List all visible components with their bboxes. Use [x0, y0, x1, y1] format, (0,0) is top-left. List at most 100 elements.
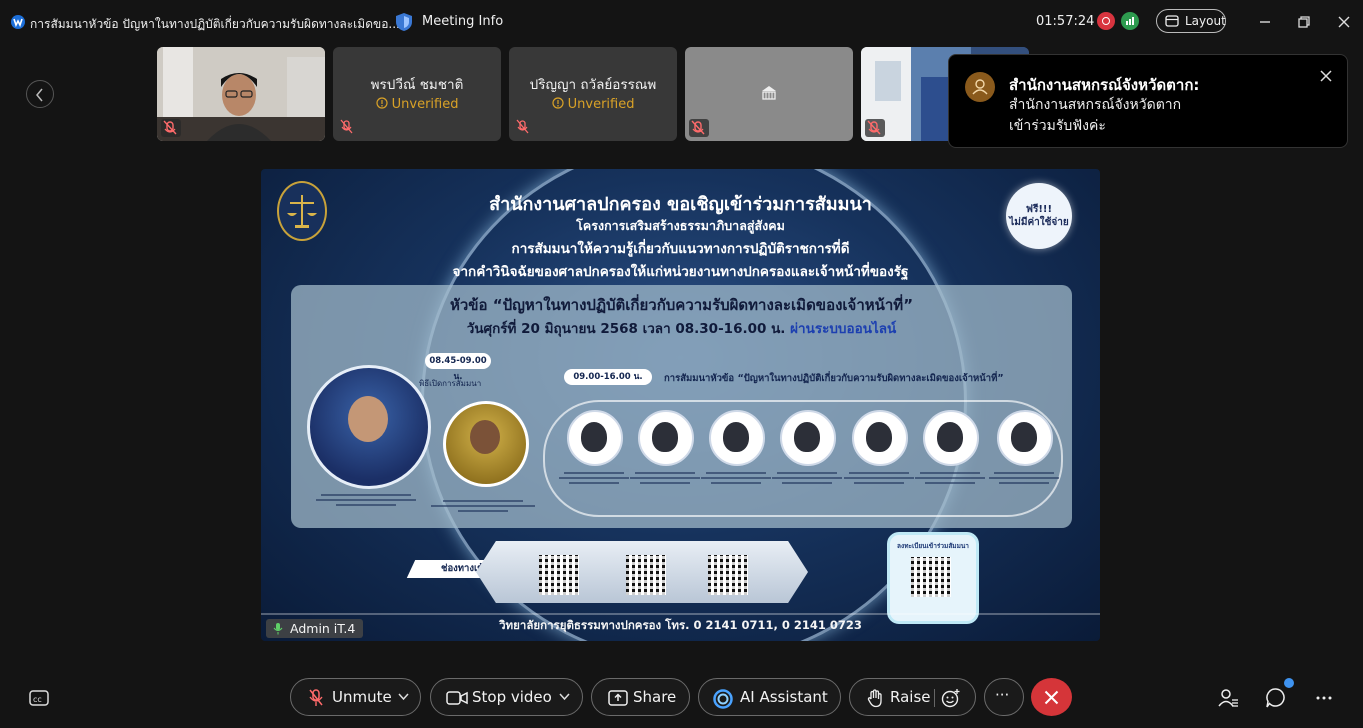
unmute-button[interactable]: Unmute [290, 678, 421, 716]
mic-icon [273, 623, 283, 635]
chat-notification[interactable]: สำนักงานสหกรณ์จังหวัดตาก: สำนักงานสหกรณ์… [948, 54, 1348, 148]
stop-video-label: Stop video [472, 688, 552, 706]
participant-tile[interactable]: ปริญญา ถวัลย์อรรณพ Unverified [509, 47, 677, 141]
chair-caption [311, 491, 421, 515]
participant-name: พรปวีณ์ ชมชาติ [370, 77, 464, 93]
close-icon[interactable] [1319, 69, 1333, 83]
minimize-icon[interactable] [1256, 13, 1274, 31]
leave-meeting-button[interactable] [1031, 678, 1072, 716]
speaker-caption [699, 469, 773, 495]
shield-icon[interactable] [394, 12, 414, 32]
notification-message: สำนักงานสหกรณ์จังหวัดตาก เข้าร่วมรับฟังค… [1009, 97, 1182, 134]
warning-icon [375, 97, 388, 109]
layout-button[interactable]: Layout [1156, 9, 1226, 33]
speaker-photo [567, 410, 623, 466]
recording-icon[interactable] [1097, 12, 1115, 30]
poster-footer: วิทยาลัยการยุติธรรมทางปกครอง โทร. 0 2141… [261, 613, 1100, 635]
layout-icon [1165, 15, 1179, 27]
qr-code [911, 557, 951, 597]
moderator-caption [428, 497, 538, 521]
moderator-photo [443, 401, 529, 487]
qr-code [626, 555, 666, 595]
stop-video-button[interactable]: Stop video [430, 678, 583, 716]
warning-icon [551, 97, 564, 109]
mic-muted-icon [309, 689, 323, 706]
video-camera-icon [446, 691, 468, 705]
mic-muted-icon [163, 120, 177, 135]
chevron-left-icon [36, 88, 43, 102]
participants-icon[interactable] [1217, 687, 1239, 709]
participant-avatar [965, 72, 995, 102]
mic-muted-icon [691, 120, 705, 135]
chat-icon[interactable] [1265, 687, 1287, 709]
close-window-icon[interactable] [1335, 13, 1353, 31]
speaker-photo [638, 410, 694, 466]
participant-video-feed [157, 47, 325, 141]
captions-icon[interactable]: cc [28, 687, 50, 709]
close-icon [1044, 690, 1059, 705]
meeting-info-label[interactable]: Meeting Info [422, 14, 503, 29]
speaker-photo [852, 410, 908, 466]
webex-app-icon [11, 15, 25, 29]
speaker-caption [557, 469, 631, 495]
participant-tile[interactable] [685, 47, 853, 141]
poster-subhead: จากคำวินิจฉัยของศาลปกครองให้แก่หน่วยงานท… [452, 264, 909, 280]
session-label: การสัมมนาหัวข้อ “ปัญหาในทางปฏิบัติเกี่ยว… [664, 373, 1004, 384]
poster-topic: หัวข้อ “ปัญหาในทางปฏิบัติเกี่ยวกับความรั… [449, 296, 914, 314]
chevron-down-icon[interactable] [559, 693, 570, 701]
unmute-label: Unmute [332, 688, 392, 706]
mic-muted-icon [340, 119, 353, 134]
raise-hand-button[interactable]: Raise [849, 678, 976, 716]
participant-tile-video[interactable] [157, 47, 325, 141]
more-icon[interactable] [1313, 687, 1335, 709]
muted-badge [865, 119, 885, 137]
qr-code [708, 555, 748, 595]
svg-text:cc: cc [33, 695, 42, 704]
speaker-caption [770, 469, 844, 495]
mic-muted-icon [867, 120, 881, 135]
restore-icon[interactable] [1295, 13, 1313, 31]
poster-date: วันศุกร์ที่ 20 มิถุนายน 2568 เวลา 08.30-… [466, 321, 897, 337]
unread-badge [1284, 678, 1294, 688]
speaker-photo [923, 410, 979, 466]
ai-assistant-button[interactable]: AI Assistant [698, 678, 841, 716]
qr-code-strip [476, 541, 808, 603]
muted-badge [689, 119, 709, 137]
session-time-pill: 09.00-16.00 น. [564, 369, 652, 385]
poster-subhead: โครงการเสริมสร้างธรรมาภิบาลสู่สังคม [576, 218, 785, 233]
network-health-icon[interactable] [1121, 12, 1139, 30]
opening-label: พิธีเปิดการสัมมนา [419, 379, 482, 388]
window-title: การสัมมนาหัวข้อ ปัญหาในทางปฏิบัติเกี่ยวก… [30, 17, 400, 31]
building-avatar-icon [762, 86, 776, 100]
registration-qr: ลงทะเบียนเข้าร่วมสัมมนา [887, 532, 979, 624]
more-label: ··· [995, 686, 1010, 704]
chevron-down-icon[interactable] [398, 693, 409, 701]
participant-tile[interactable]: พรปวีณ์ ชมชาติ Unverified [333, 47, 501, 141]
share-screen-icon [608, 690, 628, 706]
more-options-button[interactable]: ··· [984, 678, 1024, 716]
ai-assistant-icon [713, 689, 733, 709]
chair-photo [307, 365, 431, 489]
opening-time-pill: 08.45-09.00 น. [425, 353, 491, 382]
speaker-caption [842, 469, 916, 495]
notification-sender: สำนักงานสหกรณ์จังหวัดตาก: [1009, 76, 1200, 94]
reactions-icon[interactable] [941, 688, 961, 708]
shared-screen: ฟรี!!! ไม่มีค่าใช้จ่าย สำนักงานศาลปกครอง… [261, 169, 1100, 641]
mic-muted-icon [516, 119, 529, 134]
presenter-label: Admin iT.4 [266, 619, 364, 638]
user-icon [972, 79, 988, 95]
share-button[interactable]: Share [591, 678, 690, 716]
button-separator [934, 689, 935, 707]
hand-icon [867, 689, 882, 708]
previous-participants-button[interactable] [26, 80, 54, 108]
poster-subhead: การสัมมนาให้ความรู้เกี่ยวกับแนวทางการปฏิ… [511, 241, 850, 257]
unverified-status: Unverified [509, 97, 677, 112]
speaker-caption [913, 469, 987, 495]
raise-label: Raise [890, 688, 931, 706]
title-bar: การสัมมนาหัวข้อ ปัญหาในทางปฏิบัติเกี่ยวก… [0, 0, 1363, 44]
poster-panel: หัวข้อ “ปัญหาในทางปฏิบัติเกี่ยวกับความรั… [291, 285, 1072, 528]
speaker-caption [987, 469, 1061, 495]
ai-assistant-label: AI Assistant [740, 688, 828, 706]
elapsed-time: 01:57:24 [1036, 14, 1095, 29]
muted-badge [161, 119, 181, 137]
